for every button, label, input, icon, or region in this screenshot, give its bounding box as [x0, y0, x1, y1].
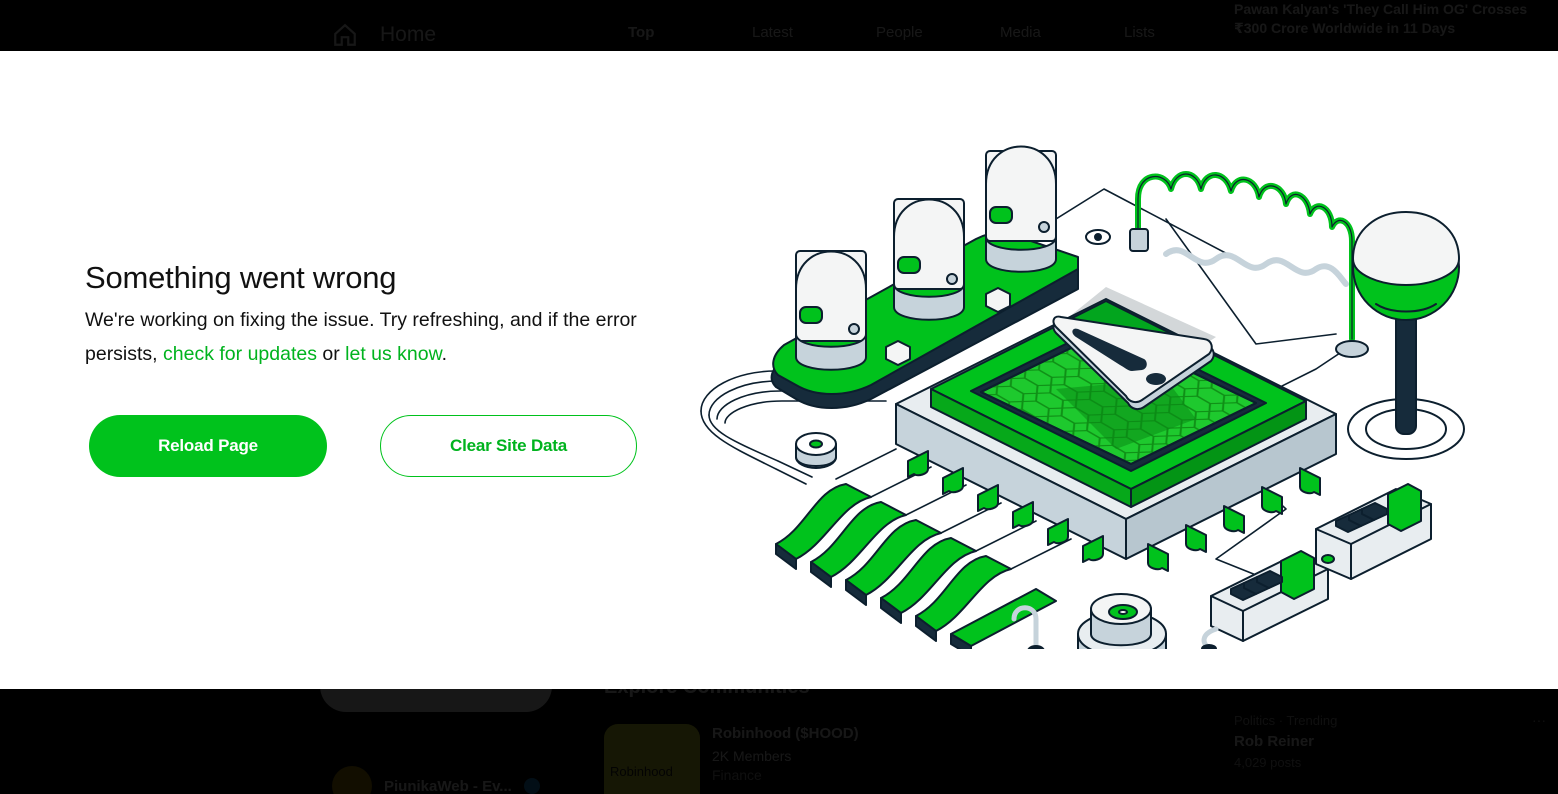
error-title: Something went wrong [85, 260, 397, 295]
error-actions: Reload Page Clear Site Data [89, 415, 637, 477]
tab-lists[interactable]: Lists [1124, 24, 1248, 41]
account-name: PiunikaWeb - Ev... [384, 777, 512, 794]
account-switcher[interactable]: PiunikaWeb - Ev... [332, 766, 540, 794]
tab-people[interactable]: People [876, 24, 1000, 41]
community-image-text: Robinhood [610, 764, 673, 779]
search-tabs: Top Latest People Media Lists [628, 24, 1248, 41]
error-message: We're working on fixing the issue. Try r… [85, 303, 655, 371]
error-content: Something went wrong We're working on fi… [85, 259, 655, 371]
error-message-period: . [441, 343, 448, 365]
reload-page-button[interactable]: Reload Page [89, 415, 327, 477]
error-illustration [700, 145, 1465, 649]
trend-name[interactable]: Rob Reiner [1234, 733, 1314, 750]
clear-site-data-button[interactable]: Clear Site Data [380, 415, 637, 477]
community-members: 2K Members [712, 748, 792, 764]
trend-posts: 4,029 posts [1234, 755, 1302, 770]
trend-more-icon[interactable]: ··· [1532, 712, 1546, 728]
tab-media[interactable]: Media [1000, 24, 1124, 41]
nav-home[interactable]: Home [332, 22, 436, 48]
error-panel: Something went wrong We're working on fi… [0, 51, 1558, 689]
check-updates-link[interactable]: check for updates [163, 343, 317, 365]
trend-context: Politics · Trending [1234, 713, 1338, 728]
nav-home-label: Home [380, 23, 437, 46]
tab-latest[interactable]: Latest [752, 24, 876, 41]
community-category: Finance [712, 767, 762, 783]
tab-top[interactable]: Top [628, 24, 752, 41]
verified-icon [523, 778, 540, 794]
trend-headline[interactable]: Pawan Kalyan's 'They Call Him OG' Crosse… [1234, 0, 1554, 38]
error-message-or: or [316, 343, 346, 365]
community-name[interactable]: Robinhood ($HOOD) [712, 725, 859, 742]
community-image[interactable]: Robinhood [604, 724, 700, 794]
let-us-know-link[interactable]: let us know [345, 343, 441, 365]
avatar [332, 766, 372, 794]
home-icon [334, 23, 356, 46]
